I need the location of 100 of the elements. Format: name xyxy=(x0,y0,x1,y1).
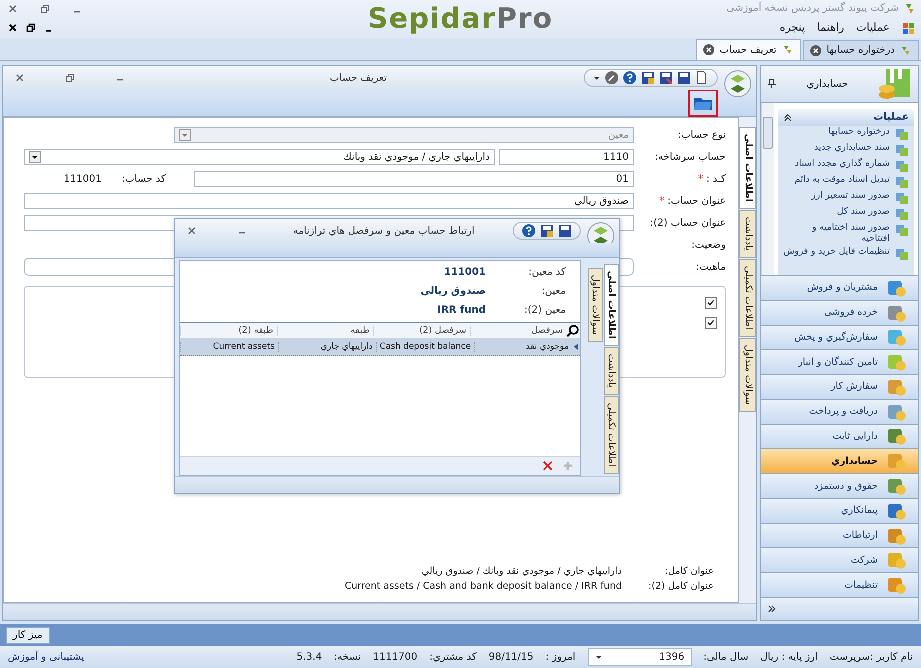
side-tab[interactable]: اطلاعات تکمیلی xyxy=(739,259,756,337)
table-cell: Cash deposit balance xyxy=(376,342,474,352)
document-tab[interactable]: درختواره حسابها xyxy=(802,40,919,60)
new-document-icon[interactable] xyxy=(695,71,709,85)
full-title: داراييهاي جاري / موجودي نقد وبانك / صندوق ريالي xyxy=(422,566,622,577)
field-label: ماهیت: xyxy=(695,262,726,272)
module-button[interactable]: خرده فروشی xyxy=(761,300,918,326)
support-link[interactable]: پشتیبانی و آموزش xyxy=(8,652,84,662)
column-header[interactable]: سرفصل xyxy=(470,326,566,336)
side-tab[interactable]: سوالات متداول xyxy=(588,268,603,342)
close-icon[interactable] xyxy=(810,44,822,56)
full-title: Current assets / Cash and bank deposit balance / IRR fund xyxy=(344,581,622,592)
help-icon[interactable] xyxy=(623,71,637,85)
app-menu-icon[interactable] xyxy=(902,20,916,34)
side-tab[interactable]: اطلاعات تکمیلی xyxy=(604,396,619,474)
collapse-icon[interactable] xyxy=(783,112,793,122)
save-icon[interactable] xyxy=(677,71,691,85)
operation-item[interactable]: صدور سند کل xyxy=(778,206,914,222)
column-header[interactable]: طبقه (2) xyxy=(180,326,276,336)
module-button[interactable]: حسابداري xyxy=(761,449,918,474)
table-cell: موجودي نقد xyxy=(474,342,572,352)
delete-icon[interactable] xyxy=(542,460,554,472)
field-label: حساب سرشاخه: xyxy=(654,152,726,162)
module-button[interactable]: سفارش‌گیري و پخش xyxy=(761,326,918,350)
field-label: کد معین: xyxy=(528,267,566,278)
menu-item[interactable]: عملیات xyxy=(856,21,890,34)
module-button[interactable]: دریافت و پرداخت xyxy=(761,400,918,425)
checkbox[interactable] xyxy=(705,317,717,329)
field-label: نوع حساب: xyxy=(676,130,726,140)
field-value: IRR fund xyxy=(438,305,486,316)
dropdown-icon[interactable] xyxy=(593,74,601,82)
fiscal-year-dropdown[interactable]: 1396 xyxy=(588,648,692,666)
save-icon[interactable] xyxy=(641,71,655,85)
operation-item[interactable]: صدور سند تسعير ارز xyxy=(778,190,914,206)
pin-icon[interactable] xyxy=(767,79,777,89)
table-cell: داراييهاي جاري xyxy=(278,342,376,352)
save-icon[interactable] xyxy=(659,71,673,85)
module-button[interactable]: سفارش کار xyxy=(761,375,918,400)
field-value: 111001 xyxy=(444,267,486,278)
field-label: امروز : xyxy=(546,652,576,662)
group-title: عملیات xyxy=(873,112,909,123)
field-label: سال مالی: xyxy=(704,652,749,662)
menu-item[interactable]: پنجره xyxy=(780,21,806,34)
operation-item[interactable]: درختواره حسابها xyxy=(778,126,914,142)
status-version: 5.3.4 xyxy=(296,652,322,662)
title-field[interactable]: صندوق ريالي xyxy=(24,193,634,209)
operation-item[interactable]: سند حسابداري جديد xyxy=(778,142,914,158)
search-icon[interactable] xyxy=(566,324,580,338)
menu-item[interactable]: راهنما xyxy=(817,21,844,34)
restore-icon[interactable] xyxy=(26,22,36,32)
module-button[interactable]: تنظیمات xyxy=(761,573,918,598)
scrollbar[interactable] xyxy=(761,103,774,275)
module-button[interactable]: مشتریان و فروش xyxy=(761,276,918,301)
operation-item[interactable]: صدور سند اختتاميه و افتتاحيه xyxy=(778,222,914,246)
dropdown-icon[interactable] xyxy=(29,151,41,163)
window-title: تعریف حساب xyxy=(328,72,388,84)
module-button[interactable]: پیمانکاري xyxy=(761,498,918,524)
code-field[interactable]: 01 xyxy=(194,171,634,187)
module-button[interactable]: حقوق و دستمزد xyxy=(761,474,918,499)
account-code: 111001 xyxy=(64,174,102,184)
module-button[interactable]: تامین کنندگان و انبار xyxy=(761,350,918,376)
checkbox[interactable] xyxy=(705,297,717,309)
dialog-title: ارتباط حساب معین و سرفصل هاي ترازنامه xyxy=(292,226,476,236)
module-button[interactable]: ارتباطات xyxy=(761,524,918,548)
field-label: معین: xyxy=(540,286,566,297)
save-icon[interactable] xyxy=(540,224,554,238)
help-icon[interactable] xyxy=(522,224,536,238)
app-title: شرکت پیوند گستر پردیس نسخه آموزشی xyxy=(726,3,899,14)
table-cell: Current assets xyxy=(180,342,278,352)
status-customer-code: 1111700 xyxy=(373,652,418,662)
close-icon[interactable] xyxy=(702,44,715,56)
field-label: عنوان کامل (2): xyxy=(648,581,714,592)
field-value: صندوق ريالي xyxy=(420,286,486,297)
operation-item[interactable]: تبديل اسناد موقت به دائم xyxy=(778,174,914,190)
field-label: کد حساب: xyxy=(120,174,166,184)
save-icon[interactable] xyxy=(558,224,572,238)
document-tab[interactable]: تعریف حساب xyxy=(696,39,801,60)
side-tab[interactable]: یادداشت xyxy=(604,347,619,396)
desktop-button[interactable]: میز کار xyxy=(6,626,50,644)
operation-item[interactable]: تنظیمات فایل خرید و فروش xyxy=(778,246,914,262)
row-pointer-icon xyxy=(572,343,580,351)
side-tab[interactable]: اطلاعات اصلی xyxy=(604,264,619,346)
parent-code-field[interactable]: 1110 xyxy=(499,149,634,165)
side-tab[interactable]: یادداشت xyxy=(739,210,756,258)
side-tab[interactable]: سوالات متداول xyxy=(739,338,756,412)
logo: SepidarPro xyxy=(366,1,554,37)
operation-item[interactable]: شماره گذاري مجدد اسناد xyxy=(778,158,914,174)
status-user: نام کاربر :سرپرست xyxy=(830,652,913,662)
column-header[interactable]: طبقه xyxy=(276,326,373,336)
tab-icon xyxy=(900,44,912,56)
chevron-icon[interactable] xyxy=(767,604,777,614)
field-label: عنوان کامل: xyxy=(664,566,714,577)
field-label: نسخه: xyxy=(334,652,362,662)
parent-name-field[interactable]: داراييهاي جاري / موجودي نقد وبانك xyxy=(24,149,495,165)
module-button[interactable]: دارایی ثابت xyxy=(761,424,918,450)
side-tab[interactable]: اطلاعات اصلی xyxy=(739,127,756,210)
column-header[interactable]: سرفصل (2) xyxy=(373,326,470,336)
module-button[interactable]: شرکت xyxy=(761,548,918,574)
caret-icon[interactable] xyxy=(594,653,603,661)
close-icon[interactable] xyxy=(8,22,18,32)
